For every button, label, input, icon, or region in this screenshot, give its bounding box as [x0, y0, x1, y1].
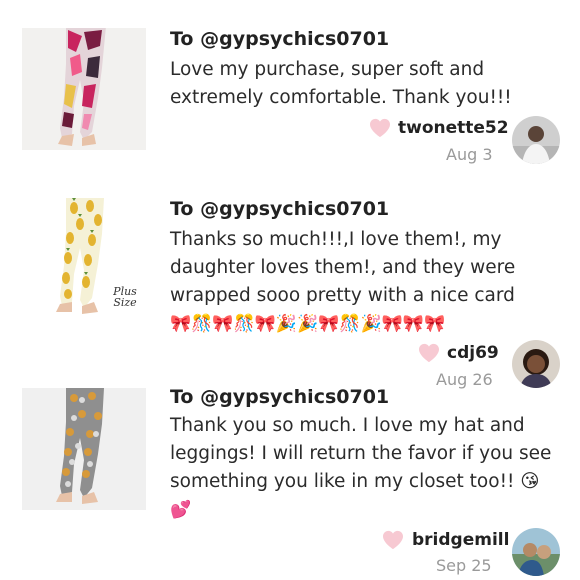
- review-message: Thanks so much!!!,I love them!, my daugh…: [170, 226, 570, 338]
- plus-size-text: Plus Size: [113, 285, 137, 309]
- leggings-image: [22, 388, 146, 510]
- review-date: Aug 3: [446, 145, 493, 164]
- plus-size-label: Plus Size: [110, 286, 140, 308]
- message-line: leggings! I will return the favor if you…: [170, 443, 552, 464]
- product-thumbnail[interactable]: [22, 28, 146, 150]
- message-line: daughter loves them!, and they were: [170, 257, 516, 278]
- message-line: Thanks so much!!!,I love them!, my: [170, 229, 502, 250]
- avatar[interactable]: [512, 528, 560, 576]
- heart-icon[interactable]: [418, 343, 440, 363]
- avatar[interactable]: [512, 340, 560, 388]
- recipient-line: To @gypsychics0701: [170, 198, 390, 220]
- heart-icon[interactable]: [369, 118, 391, 138]
- recipient-line: To @gypsychics0701: [170, 28, 390, 50]
- username[interactable]: bridgemill: [412, 530, 509, 550]
- review-item: To @gypsychics0701 Thank you so much. I …: [0, 384, 580, 580]
- review-message: Thank you so much. I love my hat and leg…: [170, 412, 570, 524]
- avatar[interactable]: [512, 116, 560, 164]
- review-message: Love my purchase, super soft and extreme…: [170, 56, 570, 112]
- username[interactable]: cdj69: [447, 343, 499, 363]
- review-item: Plus Size To @gypsychics0701 Thanks so m…: [0, 190, 580, 389]
- reviews-page: To @gypsychics0701 Love my purchase, sup…: [0, 0, 580, 580]
- message-line: wrapped sooo pretty with a nice card: [170, 285, 515, 306]
- username[interactable]: twonette52: [398, 118, 509, 138]
- emoji-line: 🎀🎊🎀🎊🎀🎉🎉🎀🎊🎉🎀🎀🎀: [170, 314, 446, 334]
- product-thumbnail[interactable]: Plus Size: [22, 198, 146, 320]
- heart-icon[interactable]: [382, 530, 404, 550]
- review-date: Sep 25: [436, 556, 492, 575]
- product-thumbnail[interactable]: [22, 388, 146, 510]
- leggings-image: [22, 28, 146, 150]
- emoji-line: 💕: [170, 500, 192, 520]
- recipient-line: To @gypsychics0701: [170, 386, 390, 408]
- message-line: extremely comfortable. Thank you!!!: [170, 87, 512, 108]
- message-line: something you like in my closet too!! 😘: [170, 471, 540, 492]
- message-line: Love my purchase, super soft and: [170, 59, 485, 80]
- review-item: To @gypsychics0701 Love my purchase, sup…: [0, 0, 580, 190]
- message-line: Thank you so much. I love my hat and: [170, 415, 525, 436]
